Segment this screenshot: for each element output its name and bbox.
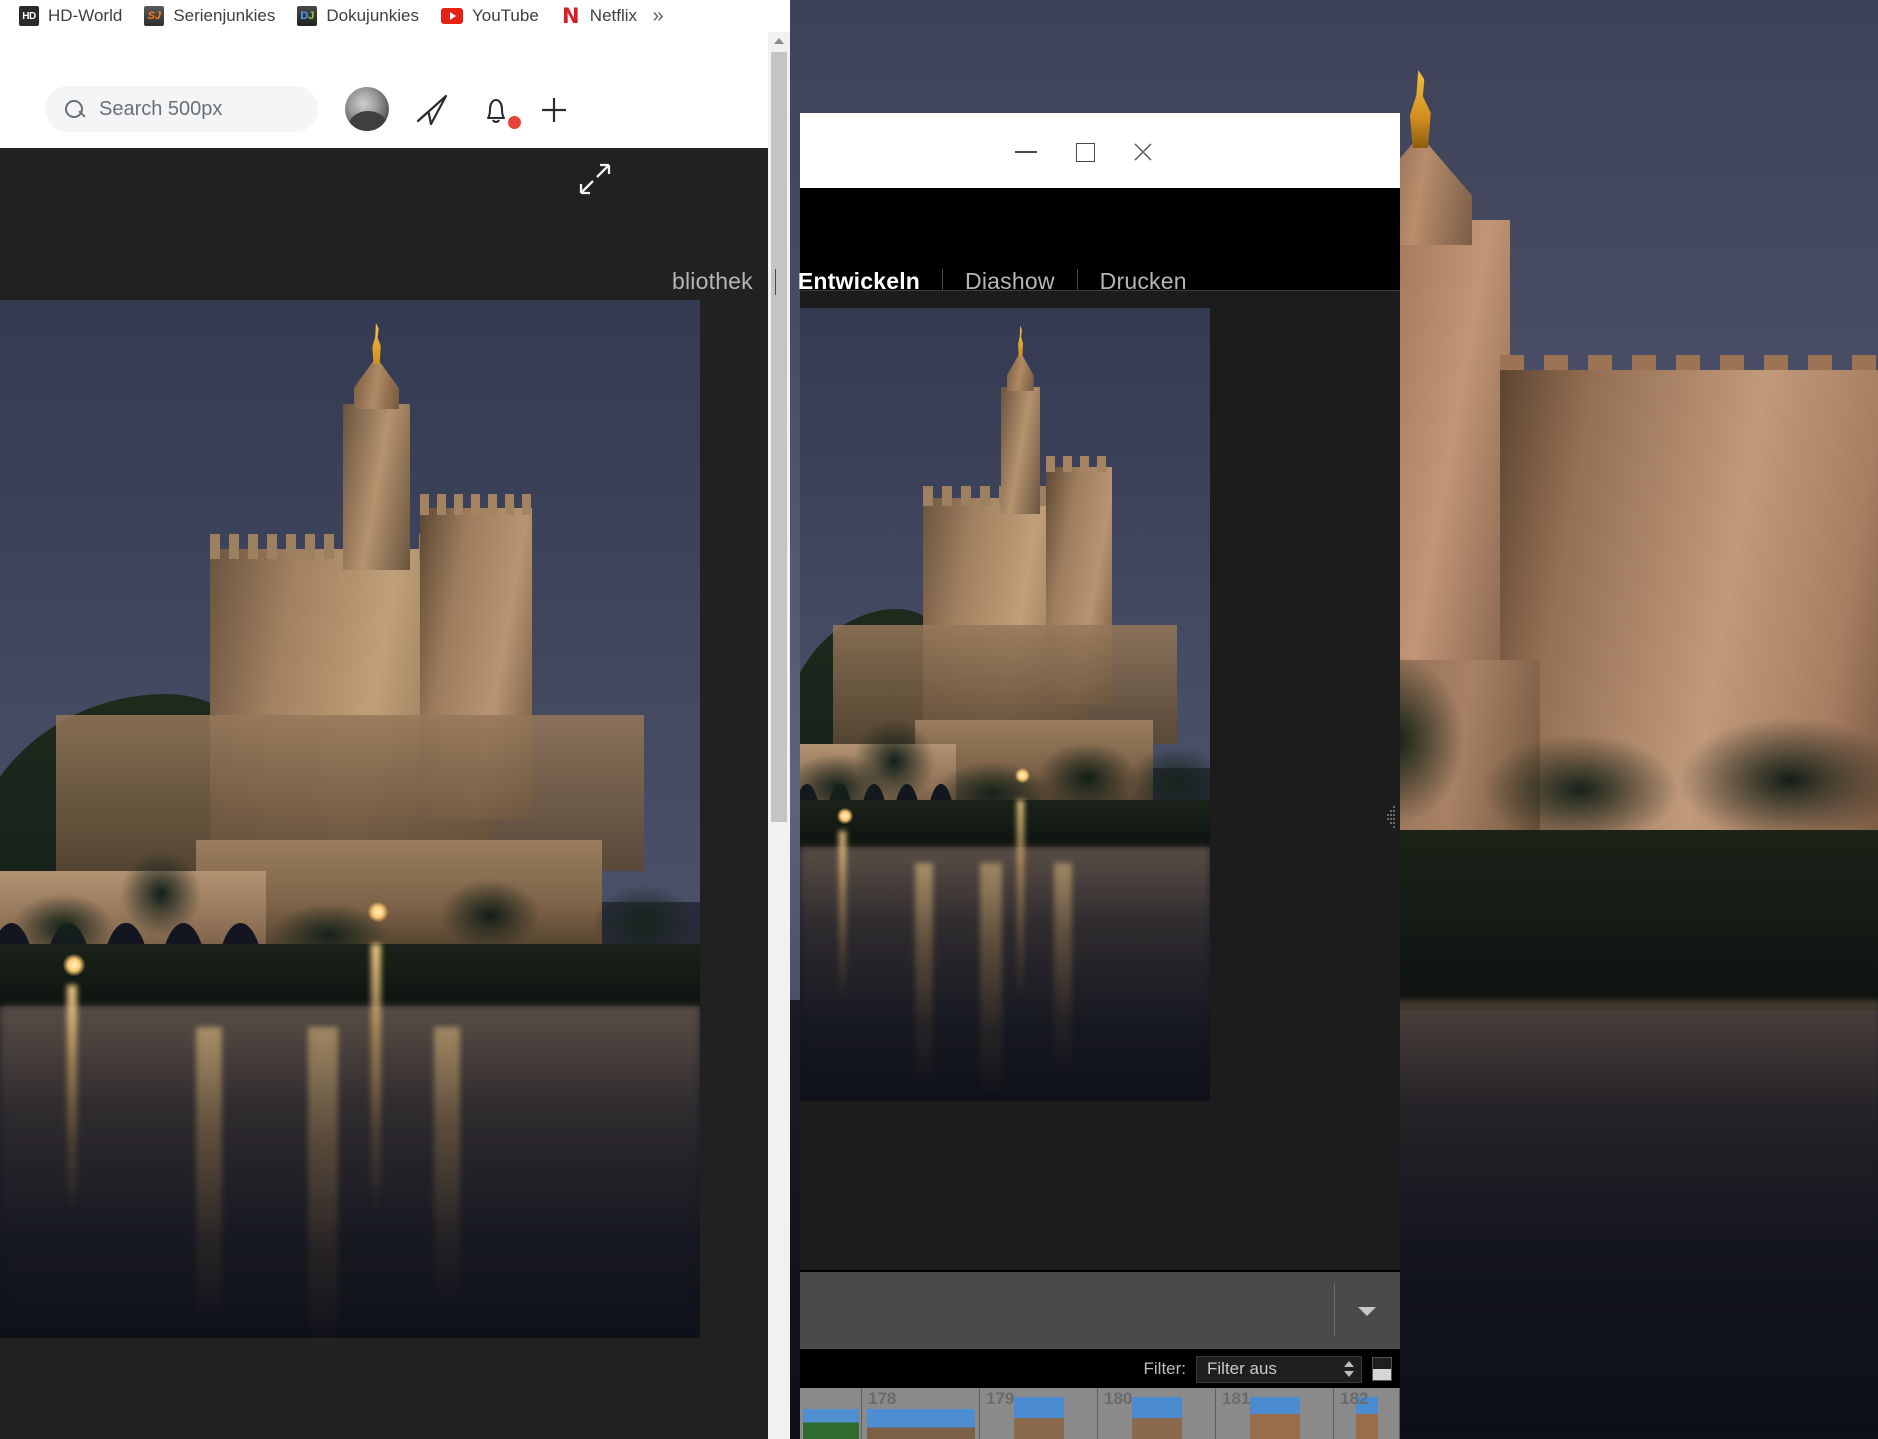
scene-light-streak <box>434 1026 460 1307</box>
bookmark-netflix[interactable]: N Netflix <box>550 2 648 30</box>
netflix-icon: N <box>562 4 580 28</box>
search-placeholder: Search 500px <box>99 97 223 120</box>
chevron-double-right-icon: » <box>652 4 664 27</box>
scene-light-streak <box>308 1026 338 1338</box>
bookmark-label: YouTube <box>471 6 539 25</box>
lightroom-toolbar[interactable] <box>800 1270 1400 1350</box>
filter-select[interactable]: Filter aus <box>1196 1355 1362 1383</box>
bookmark-label: Serienjunkies <box>173 6 276 25</box>
scene-lamp-glow <box>367 902 388 923</box>
bookmark-hd-world[interactable]: HD HD-World <box>8 2 133 30</box>
filmstrip-thumbnail <box>1131 1397 1182 1439</box>
scene-light-streak <box>980 863 1003 1101</box>
scene-reflection <box>800 847 1210 1101</box>
search-input[interactable]: Search 500px <box>45 86 318 132</box>
lightroom-filter-bar: Filter: Filter aus <box>800 1350 1400 1388</box>
scene-reflection <box>0 1005 700 1338</box>
lightroom-content-pane <box>800 290 1400 1270</box>
expand-icon[interactable] <box>578 162 612 196</box>
filmstrip-thumbnail <box>1249 1397 1300 1439</box>
scene-lamp-glow <box>836 807 853 824</box>
scrollbar-thumb[interactable] <box>771 52 787 822</box>
filmstrip-item[interactable]: 179 <box>980 1388 1098 1439</box>
bookmark-label: Dokujunkies <box>326 6 419 25</box>
minimize-icon[interactable] <box>1003 137 1049 167</box>
bookmark-dokujunkies[interactable]: DJ Dokujunkies <box>286 2 430 30</box>
search-icon <box>64 99 85 120</box>
lightroom-filmstrip[interactable]: 178 179 180 181 182 <box>800 1388 1400 1439</box>
scene-riverbank <box>800 799 1210 848</box>
site-header-toolbar: Search 500px <box>0 32 790 148</box>
bookmark-serienjunkies[interactable]: SJ Serienjunkies <box>133 2 286 30</box>
panel-collapse-grip-icon[interactable] <box>1387 806 1400 828</box>
youtube-icon <box>440 8 463 24</box>
caret-up-icon[interactable] <box>768 32 790 50</box>
scene-light-streak <box>914 863 933 1089</box>
filmstrip-item[interactable]: 180 <box>1098 1388 1216 1439</box>
filmstrip-item[interactable]: 181 <box>1216 1388 1334 1439</box>
scene-light-streak <box>1054 863 1073 1074</box>
filmstrip-index: 178 <box>868 1389 897 1408</box>
close-icon[interactable] <box>1120 137 1166 167</box>
screen-root: HD HD-World SJ Serienjunkies DJ Dokujunk… <box>0 0 1878 1439</box>
lightroom-module-bar: bliothek Entwickeln Diashow Drucken <box>672 188 1400 295</box>
browser-window: HD HD-World SJ Serienjunkies DJ Dokujunk… <box>0 0 790 1439</box>
plus-icon[interactable] <box>534 90 574 130</box>
filmstrip-thumbnail <box>802 1409 859 1439</box>
lightroom-photo-preview[interactable] <box>800 308 1210 1101</box>
filmstrip-index: 181 <box>1222 1389 1251 1408</box>
filter-select-value: Filter aus <box>1207 1359 1277 1378</box>
scene-bell-tower <box>1000 387 1040 515</box>
bookmark-label: HD-World <box>48 6 123 25</box>
caret-down-icon[interactable] <box>1356 1304 1378 1318</box>
scene-riverbank <box>0 943 700 1006</box>
photo-scene <box>800 308 1210 1101</box>
photo-500px-avignon[interactable] <box>0 300 700 1338</box>
serienjunkies-icon: SJ <box>144 6 165 26</box>
photo-scene <box>0 300 700 1338</box>
bookmarks-bar: HD HD-World SJ Serienjunkies DJ Dokujunk… <box>0 0 790 32</box>
notification-badge <box>508 116 521 129</box>
bookmarks-overflow-button[interactable]: » <box>644 2 672 30</box>
module-bibliothek[interactable]: bliothek <box>650 268 775 295</box>
dokujunkies-icon: DJ <box>297 6 318 26</box>
hd-world-icon: HD <box>19 6 39 26</box>
maximize-icon[interactable] <box>1062 137 1108 167</box>
filmstrip-thumbnail <box>866 1409 975 1439</box>
browser-scrollbar[interactable] <box>768 32 790 1439</box>
scene-light-streak <box>67 985 78 1216</box>
filmstrip-index: 182 <box>1340 1389 1369 1408</box>
bookmark-label: Netflix <box>589 6 638 25</box>
bookmark-youtube[interactable]: YouTube <box>430 2 550 30</box>
filmstrip-index: 180 <box>1104 1389 1133 1408</box>
lightroom-window: bliothek Entwickeln Diashow Drucken Filt… <box>672 113 1400 1439</box>
scene-light-streak <box>839 831 847 1007</box>
filmstrip-item[interactable]: 182 <box>1334 1388 1400 1439</box>
scene-bell-tower <box>343 403 410 570</box>
filmstrip-index: 179 <box>986 1389 1015 1408</box>
scene-light-streak <box>196 1026 222 1327</box>
scene-lamp-glow <box>63 953 85 976</box>
avatar[interactable] <box>345 87 389 131</box>
filter-toggle-icon[interactable] <box>1372 1357 1392 1381</box>
scene-keep-battlements <box>420 494 532 515</box>
toolbar-divider <box>1334 1284 1335 1336</box>
filter-label: Filter: <box>1143 1359 1187 1378</box>
lightroom-titlebar <box>800 113 1400 188</box>
filmstrip-item[interactable] <box>800 1388 862 1439</box>
filmstrip-thumbnail <box>1013 1397 1064 1439</box>
scene-keep-battlements <box>1046 456 1112 473</box>
stepper-updown-icon[interactable] <box>1342 1359 1356 1379</box>
filmstrip-item[interactable]: 178 <box>862 1388 980 1439</box>
send-icon[interactable] <box>412 90 452 130</box>
scene-light-streak <box>1017 799 1025 1005</box>
scene-light-streak <box>371 943 381 1214</box>
